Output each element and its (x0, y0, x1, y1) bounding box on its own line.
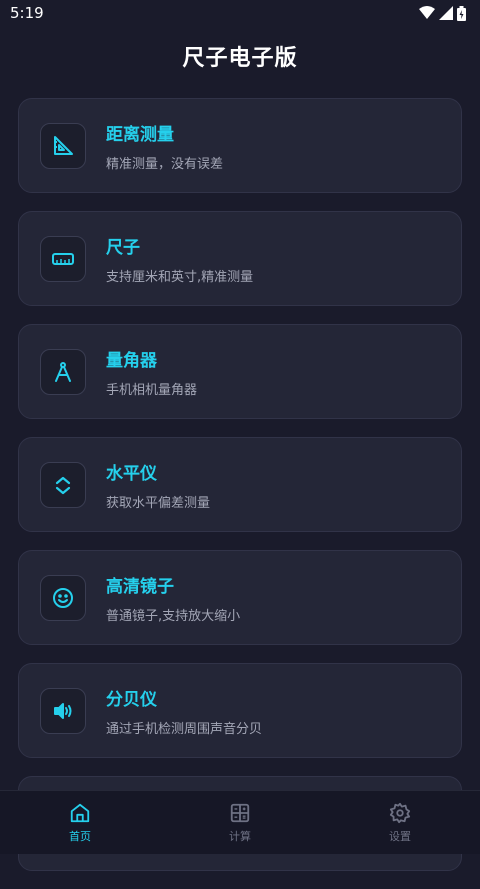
card-title: 水平仪 (106, 463, 157, 484)
calculator-icon (230, 803, 250, 822)
tab-calculator[interactable]: 计算 (180, 802, 300, 844)
battery-icon (457, 5, 466, 21)
status-bar: 5:19 (0, 0, 480, 26)
wifi-icon (419, 6, 435, 19)
card-protractor[interactable]: 量角器 手机相机量角器 (18, 324, 462, 419)
status-icons (419, 5, 466, 21)
card-ruler[interactable]: 尺子 支持厘米和英寸,精准测量 (18, 211, 462, 306)
tab-label: 首页 (69, 829, 91, 843)
card-title: 分贝仪 (106, 689, 157, 710)
ruler-icon (40, 235, 86, 282)
card-title: 高清镜子 (106, 576, 174, 597)
card-subtitle: 精准测量，没有误差 (106, 156, 224, 172)
card-subtitle: 获取水平偏差测量 (106, 495, 211, 511)
page-title: 尺子电子版 (182, 46, 298, 71)
gear-icon (389, 802, 411, 823)
set-square-icon (40, 122, 86, 169)
tab-label: 计算 (229, 829, 251, 843)
compass-icon (40, 348, 86, 395)
card-subtitle: 通过手机检测周围声音分贝 (106, 721, 263, 737)
card-subtitle: 手机相机量角器 (106, 382, 198, 398)
card-title: 量角器 (106, 350, 157, 371)
signal-icon (439, 6, 453, 20)
card-subtitle: 普通镜子,支持放大缩小 (106, 608, 241, 624)
card-distance-measure[interactable]: 距离测量 精准测量，没有误差 (18, 98, 462, 193)
tab-home[interactable]: 首页 (20, 802, 140, 844)
card-mirror[interactable]: 高清镜子 普通镜子,支持放大缩小 (18, 550, 462, 645)
card-level[interactable]: 水平仪 获取水平偏差测量 (18, 437, 462, 532)
level-icon (40, 461, 86, 508)
card-subtitle: 支持厘米和英寸,精准测量 (106, 269, 254, 285)
home-icon (70, 803, 90, 822)
card-title: 尺子 (106, 237, 140, 258)
speaker-icon (40, 687, 86, 734)
tab-label: 设置 (389, 829, 411, 843)
card-title: 距离测量 (106, 124, 174, 145)
bottom-tab-bar: 首页 计算 设置 (0, 790, 480, 854)
card-decibel[interactable]: 分贝仪 通过手机检测周围声音分贝 (18, 663, 462, 758)
tab-settings[interactable]: 设置 (340, 802, 460, 844)
status-time: 5:19 (10, 4, 44, 22)
feature-list: 距离测量 精准测量，没有误差 尺子 支持厘米和英寸,精准测量 量角器 手机相机量… (18, 98, 462, 889)
smile-icon (40, 574, 86, 621)
